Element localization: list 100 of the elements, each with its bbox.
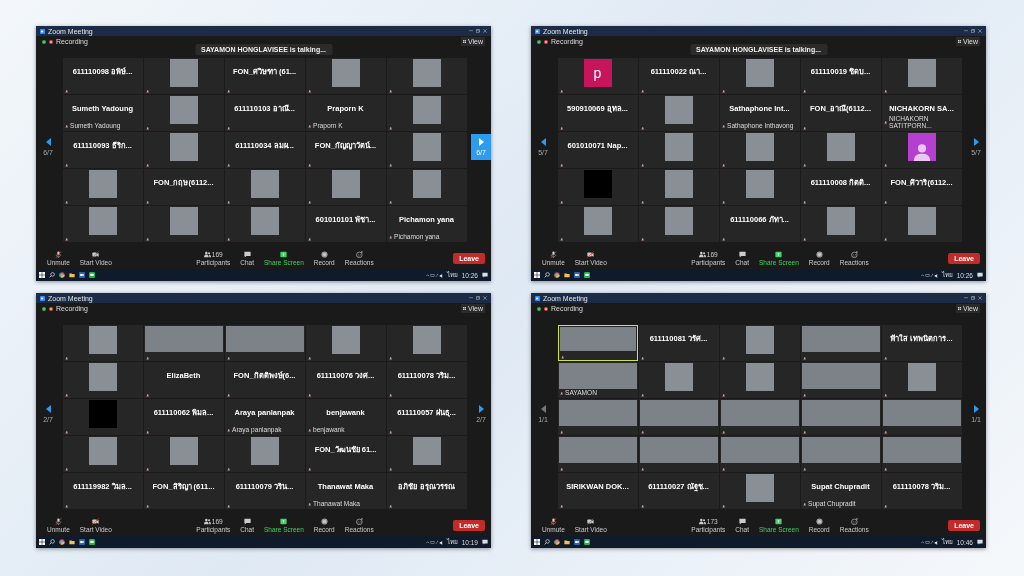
muted-mic-icon [640, 126, 644, 130]
chat-app-icon [89, 272, 95, 278]
photo-placeholder [331, 59, 360, 87]
muted-mic-icon [559, 391, 563, 396]
muted-mic-icon [559, 163, 563, 167]
muted-mic-icon [226, 504, 230, 508]
smiley-icon [355, 517, 363, 525]
muted-mic-icon [64, 89, 68, 93]
windows-start-icon [534, 272, 540, 278]
muted-mic-icon [226, 356, 230, 360]
photo-placeholder [88, 207, 117, 235]
photo-placeholder [745, 133, 774, 161]
tray-icons [425, 272, 443, 278]
photo-placeholder [250, 207, 279, 235]
muted-mic-icon [640, 163, 644, 167]
app-icon [40, 28, 45, 34]
muted-mic-icon [802, 200, 806, 204]
muted-mic-icon [226, 237, 230, 241]
video-off-block [583, 170, 612, 198]
muted-mic-icon [307, 356, 311, 360]
muted-mic-icon [145, 393, 149, 397]
video-app-icon [574, 539, 580, 545]
muted-mic-icon [307, 502, 311, 507]
photo-placeholder [169, 96, 198, 124]
search-icon [544, 539, 550, 545]
windows-start-icon [534, 539, 540, 545]
muted-mic-icon [307, 124, 311, 129]
left-arrow-icon [45, 138, 51, 146]
record-icon [320, 250, 328, 258]
video-off-icon [92, 517, 100, 525]
muted-mic-icon [721, 124, 725, 129]
record-icon [320, 517, 328, 525]
right-arrow-icon [973, 138, 979, 146]
muted-mic-icon [721, 504, 725, 508]
browser-icon [59, 272, 65, 278]
video-off-block [88, 400, 117, 428]
video-off-icon [587, 250, 595, 258]
grid-icon [957, 307, 961, 310]
smiley-icon [355, 250, 363, 258]
close-icon [483, 296, 487, 300]
muted-mic-icon [721, 163, 725, 167]
record-icon [815, 250, 823, 258]
muted-mic-icon [145, 237, 149, 241]
muted-mic-icon [802, 430, 806, 434]
muted-mic-icon [145, 89, 149, 93]
share-screen-icon [775, 517, 783, 525]
grid-icon [957, 40, 961, 43]
muted-mic-icon [640, 504, 644, 508]
muted-mic-icon [307, 393, 311, 397]
notification-icon [482, 272, 488, 278]
muted-mic-icon [226, 89, 230, 93]
photo-placeholder [88, 326, 117, 354]
photo-placeholder [412, 170, 441, 198]
muted-mic-icon [226, 163, 230, 167]
search-icon [544, 272, 550, 278]
muted-mic-icon [388, 235, 392, 240]
photo-placeholder [826, 133, 855, 161]
shield-icon [537, 39, 541, 44]
muted-mic-icon [54, 250, 62, 258]
photo-placeholder [907, 207, 936, 235]
muted-mic-icon [307, 163, 311, 167]
muted-mic-icon [145, 467, 149, 471]
photo-placeholder [583, 207, 612, 235]
muted-mic-icon [145, 356, 149, 360]
video-off-icon [92, 250, 100, 258]
photo-placeholder [88, 170, 117, 198]
muted-mic-icon [802, 89, 806, 93]
left-arrow-icon [540, 138, 546, 146]
muted-mic-icon [721, 467, 725, 471]
muted-mic-icon [802, 356, 806, 360]
smiley-icon [850, 250, 858, 258]
muted-mic-icon [64, 124, 68, 129]
muted-mic-icon [559, 504, 563, 508]
muted-mic-icon [721, 200, 725, 204]
muted-mic-icon [721, 237, 725, 241]
muted-mic-icon [883, 237, 887, 241]
grid-icon [462, 307, 466, 310]
muted-mic-icon [559, 237, 563, 241]
avatar-letter: p [583, 59, 612, 87]
close-icon [978, 29, 982, 33]
muted-mic-icon [64, 237, 68, 241]
browser-icon [554, 272, 560, 278]
muted-mic-icon [64, 393, 68, 397]
muted-mic-icon [883, 200, 887, 204]
muted-mic-icon [640, 200, 644, 204]
muted-mic-icon [721, 393, 725, 397]
right-arrow-icon [478, 405, 484, 413]
share-screen-icon [775, 250, 783, 258]
photo-placeholder [250, 437, 279, 465]
chat-icon [243, 250, 251, 258]
muted-mic-icon [883, 356, 887, 360]
muted-mic-icon [802, 502, 806, 507]
muted-mic-icon [54, 517, 62, 525]
folder-icon [69, 272, 75, 278]
recording-icon [49, 39, 53, 44]
photo-placeholder [745, 59, 774, 87]
photo-placeholder [412, 133, 441, 161]
muted-mic-icon [388, 126, 392, 130]
muted-mic-icon [307, 428, 311, 433]
photo-placeholder [169, 59, 198, 87]
